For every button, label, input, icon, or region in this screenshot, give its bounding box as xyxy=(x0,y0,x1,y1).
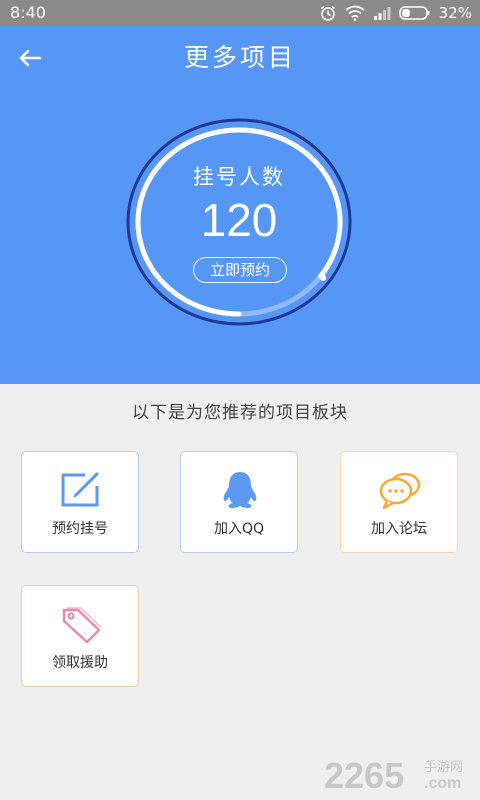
screen: 8:40 32% 更多项目 挂号人数 120 立即预约 以下是为您推荐的项目板块… xyxy=(0,0,480,800)
tile-label: 加入QQ xyxy=(213,521,265,537)
status-bar: 8:40 32% xyxy=(0,0,480,26)
watermark-logo: 2265 手游网 .com xyxy=(324,756,463,792)
watermark-domain: .com xyxy=(424,775,461,792)
tile-get-aid[interactable]: 领取援助 xyxy=(21,585,139,687)
edit-icon xyxy=(59,470,103,510)
counter-ring: 挂号人数 120 立即预约 xyxy=(125,117,353,327)
tile-label: 领取援助 xyxy=(52,655,108,671)
page-title: 更多项目 xyxy=(183,43,296,72)
header: 更多项目 挂号人数 120 立即预约 xyxy=(0,26,480,384)
tile-join-qq[interactable]: 加入QQ xyxy=(180,451,298,553)
counter-value: 120 xyxy=(200,194,278,246)
qq-penguin-icon xyxy=(218,470,262,510)
chat-bubbles-icon xyxy=(378,470,422,510)
progress-knob xyxy=(320,274,327,281)
signal-icon xyxy=(373,5,391,21)
tile-label: 预约挂号 xyxy=(52,521,108,537)
tile-appointment[interactable]: 预约挂号 xyxy=(21,451,139,553)
status-time: 8:40 xyxy=(10,3,46,22)
counter-label: 挂号人数 xyxy=(193,165,285,189)
tile-join-forum[interactable]: 加入论坛 xyxy=(340,451,458,553)
wifi-icon xyxy=(345,5,365,21)
watermark-number: 2265 xyxy=(324,756,404,792)
reserve-button[interactable]: 立即预约 xyxy=(193,257,287,283)
watermark-suffix: 手游网 xyxy=(424,760,463,775)
recommend-title: 以下是为您推荐的项目板块 xyxy=(132,403,348,423)
tag-icon xyxy=(59,604,103,644)
tile-label: 加入论坛 xyxy=(371,521,427,537)
battery-icon xyxy=(398,5,431,21)
status-icons: 32% xyxy=(319,2,472,24)
battery-percent: 32% xyxy=(438,4,472,22)
alarm-icon xyxy=(319,4,337,22)
